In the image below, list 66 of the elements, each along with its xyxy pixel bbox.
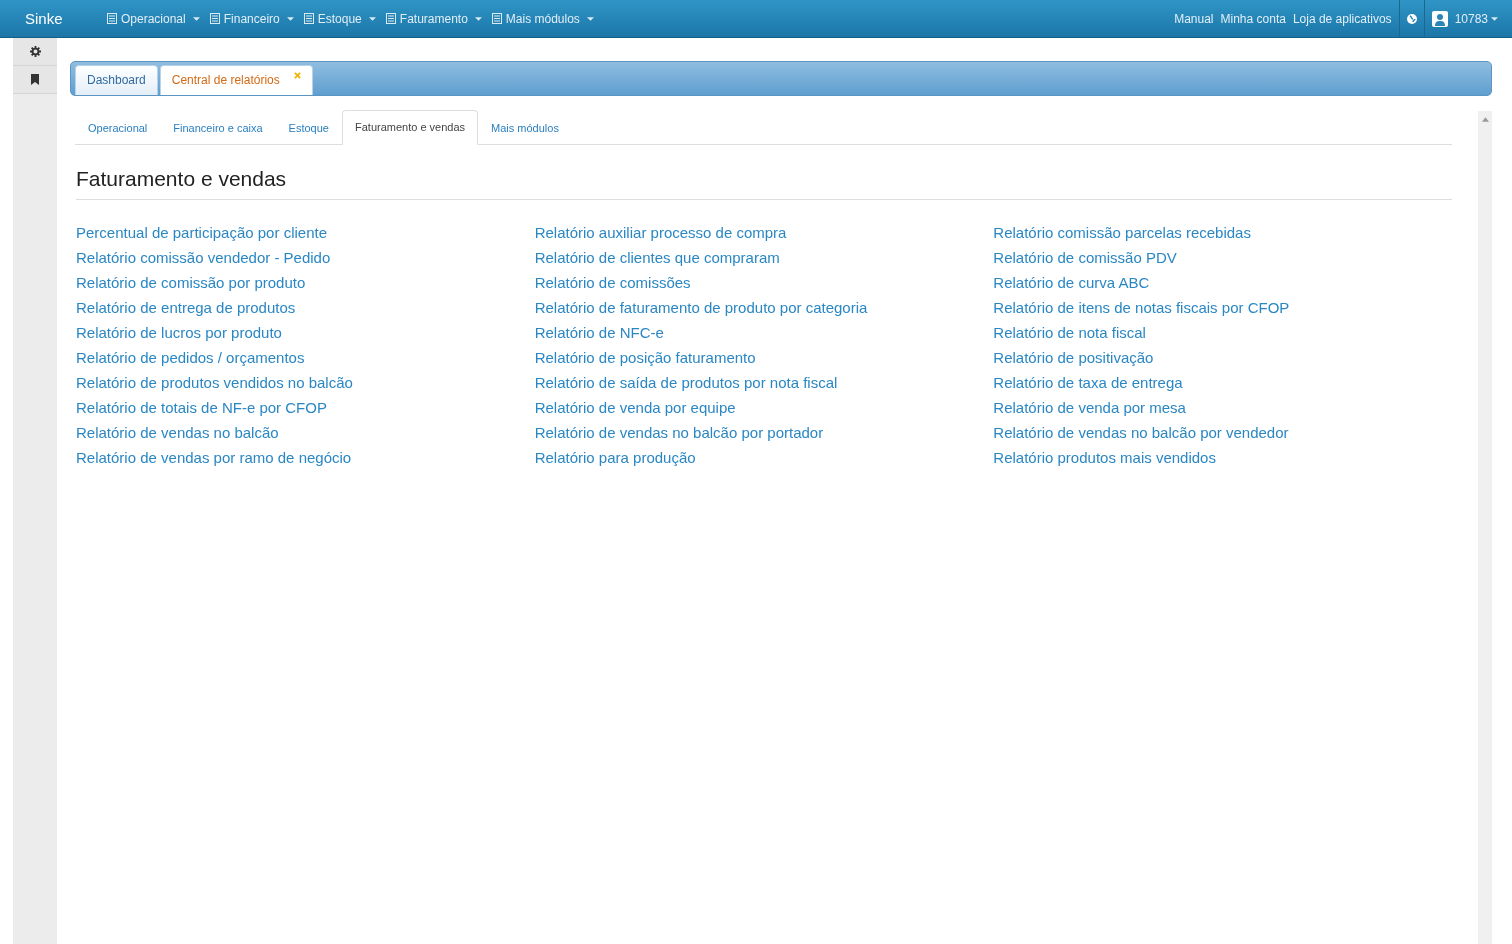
caret-icon	[586, 16, 594, 21]
report-link[interactable]: Relatório de comissão PDV	[993, 245, 1452, 270]
nav-menu[interactable]: Mais módulos	[491, 11, 594, 26]
report-link[interactable]: Relatório de clientes que compraram	[534, 245, 994, 270]
workspace-tab[interactable]: Dashboard	[75, 65, 158, 95]
scrollbar[interactable]	[1478, 111, 1492, 944]
report-link[interactable]: Relatório de faturamento de produto por categoria	[534, 295, 994, 320]
caret-icon	[192, 16, 200, 21]
nav-menu[interactable]: Operacional	[107, 11, 200, 26]
report-link[interactable]: Relatório de vendas por ramo de negócio	[76, 445, 535, 470]
report-link[interactable]: Relatório de comissão por produto	[76, 270, 535, 295]
report-link[interactable]: Relatório de NFC-e	[534, 320, 994, 345]
report-link[interactable]: Relatório de vendas no balcão por vendedor	[993, 420, 1452, 445]
report-link[interactable]: Relatório de venda por equipe	[534, 395, 994, 420]
bookmark-icon	[31, 74, 39, 85]
report-link[interactable]: Relatório de positivação	[993, 345, 1452, 370]
report-link[interactable]: Relatório de vendas no balcão	[76, 420, 535, 445]
section-tab[interactable]: Operacional	[75, 111, 161, 145]
settings-button[interactable]	[13, 38, 57, 66]
report-link[interactable]: Relatório de vendas no balcão por portador	[534, 420, 994, 445]
report-link[interactable]: Relatório de nota fiscal	[993, 320, 1452, 345]
report-link[interactable]: Relatório auxiliar processo de compra	[534, 220, 994, 245]
list-icon	[209, 13, 220, 24]
section-tab[interactable]: Estoque	[275, 111, 342, 145]
list-icon	[491, 13, 502, 24]
report-link[interactable]: Relatório de taxa de entrega	[993, 370, 1452, 395]
report-link[interactable]: Relatório de venda por mesa	[993, 395, 1452, 420]
nav-menu[interactable]: Estoque	[303, 11, 376, 26]
caret-icon	[1491, 16, 1498, 21]
report-link[interactable]: Relatório para produção	[534, 445, 994, 470]
report-link[interactable]: Relatório comissão parcelas recebidas	[993, 220, 1452, 245]
nav-link[interactable]: Manual	[1174, 11, 1214, 26]
workspace-tab[interactable]: Central de relatórios	[159, 65, 313, 95]
report-link[interactable]: Relatório de comissões	[534, 270, 994, 295]
report-link[interactable]: Relatório de posição faturamento	[534, 345, 994, 370]
list-icon	[385, 13, 396, 24]
nav-menu[interactable]: Faturamento	[385, 11, 482, 26]
caret-icon	[286, 16, 294, 21]
user-menu[interactable]: 10783	[1454, 11, 1498, 26]
section-heading: Faturamento e vendas	[76, 167, 1452, 200]
gear-icon	[29, 46, 41, 57]
report-link[interactable]: Relatório de pedidos / orçamentos	[76, 345, 535, 370]
section-tab[interactable]: Faturamento e vendas	[342, 110, 479, 145]
report-link[interactable]: Relatório de produtos vendidos no balcão	[76, 370, 535, 395]
report-link[interactable]: Relatório de entrega de produtos	[76, 295, 535, 320]
nav-link[interactable]: Loja de aplicativos	[1292, 11, 1392, 26]
bookmark-button[interactable]	[13, 66, 57, 94]
user-icon[interactable]	[1431, 10, 1448, 27]
report-link[interactable]: Percentual de participação por cliente	[76, 220, 535, 245]
report-link[interactable]: Relatório produtos mais vendidos	[993, 445, 1452, 470]
caret-icon	[474, 16, 482, 21]
report-link[interactable]: Relatório de lucros por produto	[76, 320, 535, 345]
nav-menu[interactable]: Financeiro	[209, 11, 294, 26]
report-link[interactable]: Relatório de totais de NF-e por CFOP	[76, 395, 535, 420]
caret-icon	[368, 16, 376, 21]
section-tab[interactable]: Financeiro e caixa	[160, 111, 276, 145]
nav-link[interactable]: Minha conta	[1220, 11, 1286, 26]
scroll-up-arrow-icon[interactable]	[1481, 117, 1489, 122]
report-link[interactable]: Relatório de saída de produtos por nota fiscal	[534, 370, 994, 395]
brand-logo[interactable]: Sinke	[25, 10, 107, 27]
report-link[interactable]: Relatório de itens de notas fiscais por CFOP	[993, 295, 1452, 320]
report-link[interactable]: Relatório de curva ABC	[993, 270, 1452, 295]
list-icon	[107, 13, 117, 24]
report-link[interactable]: Relatório comissão vendedor - Pedido	[76, 245, 535, 270]
list-icon	[303, 13, 314, 24]
section-tab[interactable]: Mais módulos	[478, 111, 572, 145]
